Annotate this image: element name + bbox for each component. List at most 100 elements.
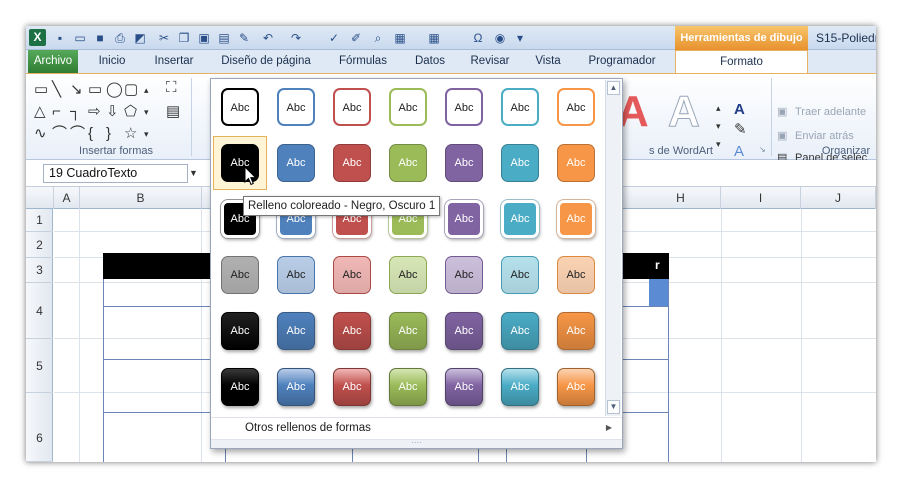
row-header-4[interactable]: 4 bbox=[26, 283, 53, 339]
row-header-6[interactable]: 6 bbox=[26, 393, 53, 462]
edit-shape-icon[interactable]: ⛶ bbox=[166, 80, 177, 96]
more-fills-menu-item[interactable]: Otros rellenos de formas ▶ bbox=[211, 417, 622, 439]
copy-icon[interactable]: ❐ bbox=[176, 30, 192, 46]
shape-style-swatch[interactable]: Abc bbox=[501, 88, 539, 126]
draw-icon[interactable]: ✐ bbox=[348, 30, 364, 46]
freeform-shape-icon[interactable]: ∿ bbox=[34, 126, 47, 142]
shape-style-swatch[interactable]: Abc bbox=[333, 88, 371, 126]
shape-style-swatch[interactable]: Abc bbox=[445, 144, 483, 182]
text-box-icon[interactable]: ▤ bbox=[166, 104, 180, 120]
wordart-dialog-launcher-icon[interactable]: ↘ bbox=[759, 142, 766, 158]
tab-developer[interactable]: Programador bbox=[582, 50, 662, 73]
shape-style-swatch[interactable]: Abc bbox=[501, 144, 539, 182]
shape-style-swatch[interactable]: Abc bbox=[333, 312, 371, 350]
shape-style-swatch[interactable]: Abc bbox=[501, 368, 539, 406]
shape-style-swatch[interactable]: Abc bbox=[445, 312, 483, 350]
excel-logo-icon[interactable]: X bbox=[29, 29, 46, 46]
tab-home[interactable]: Inicio bbox=[92, 50, 132, 73]
shape-style-swatch[interactable]: Abc bbox=[221, 312, 259, 350]
customize-toolbar-icon[interactable]: ▾ bbox=[512, 30, 528, 46]
save-disk-icon[interactable]: ■ bbox=[92, 30, 108, 46]
line-shape-icon[interactable]: ╲ bbox=[52, 82, 61, 98]
shape-style-swatch[interactable]: Abc bbox=[277, 256, 315, 294]
wordart-scroll-down-icon[interactable]: ▾ bbox=[716, 118, 721, 134]
column-header-i[interactable]: I bbox=[721, 187, 801, 209]
shapes-more-icon[interactable]: ▾ bbox=[144, 126, 149, 142]
oval-shape-icon[interactable]: ◯ bbox=[106, 82, 123, 98]
shape-style-swatch[interactable]: Abc bbox=[501, 200, 539, 238]
shape-style-swatch[interactable]: Abc bbox=[333, 144, 371, 182]
shape-style-swatch[interactable]: Abc bbox=[277, 312, 315, 350]
tab-insert[interactable]: Insertar bbox=[146, 50, 202, 73]
shape-style-swatch[interactable]: Abc bbox=[557, 200, 595, 238]
gallery-scroll-up-button[interactable]: ▲ bbox=[607, 81, 620, 95]
cut-icon[interactable]: ✂ bbox=[156, 30, 172, 46]
send-backward-button[interactable]: Enviar atrás bbox=[795, 130, 854, 142]
format-painter-icon[interactable]: ✎ bbox=[236, 30, 252, 46]
shape-style-swatch[interactable]: Abc bbox=[221, 256, 259, 294]
elbow-connector-shape-icon[interactable]: ⌐ bbox=[52, 104, 61, 120]
shape-style-swatch[interactable]: Abc bbox=[445, 200, 483, 238]
gallery-scroll-down-button[interactable]: ▼ bbox=[607, 400, 620, 414]
tab-view[interactable]: Vista bbox=[528, 50, 568, 73]
paste-special-icon[interactable]: ▤ bbox=[216, 30, 232, 46]
symbol-icon[interactable]: Ω bbox=[470, 30, 486, 46]
shape-style-swatch[interactable]: Abc bbox=[557, 144, 595, 182]
shape-style-swatch[interactable]: Abc bbox=[501, 256, 539, 294]
column-header-j[interactable]: J bbox=[801, 187, 876, 209]
shape-style-swatch[interactable]: Abc bbox=[221, 88, 259, 126]
select-all-corner[interactable] bbox=[26, 187, 54, 209]
arc-shape-icon[interactable]: ⌒ bbox=[52, 126, 67, 142]
paste-icon[interactable]: ▣ bbox=[196, 30, 212, 46]
shape-style-swatch[interactable]: Abc bbox=[445, 256, 483, 294]
tab-page-layout[interactable]: Diseño de página bbox=[214, 50, 318, 73]
wordart-style-white[interactable]: A bbox=[668, 87, 701, 136]
shape-style-swatch[interactable]: Abc bbox=[277, 368, 315, 406]
bring-forward-icon[interactable]: ▣ bbox=[777, 104, 787, 120]
form-icon[interactable]: ▦ bbox=[392, 30, 408, 46]
shape-style-swatch[interactable]: Abc bbox=[333, 256, 371, 294]
shape-style-swatch[interactable]: Abc bbox=[557, 312, 595, 350]
shape-style-swatch[interactable]: Abc bbox=[389, 256, 427, 294]
tab-format[interactable]: Formato bbox=[675, 50, 808, 73]
shape-style-swatch[interactable]: Abc bbox=[557, 256, 595, 294]
shape-style-swatch[interactable]: Abc bbox=[389, 144, 427, 182]
send-backward-icon[interactable]: ▣ bbox=[777, 128, 787, 144]
shape-style-swatch[interactable]: Abc bbox=[389, 368, 427, 406]
right-arrow-shape-icon[interactable]: ⇨ bbox=[88, 104, 101, 120]
redo-icon[interactable]: ↷ bbox=[288, 30, 304, 46]
right-brace-shape-icon[interactable]: } bbox=[106, 126, 111, 142]
triangle-shape-icon[interactable]: △ bbox=[34, 104, 46, 120]
row-header-3[interactable]: 3 bbox=[26, 258, 53, 283]
row-header-2[interactable]: 2 bbox=[26, 232, 53, 258]
shape-style-swatch[interactable]: Abc bbox=[333, 368, 371, 406]
undo-icon[interactable]: ↶ bbox=[260, 30, 276, 46]
tab-formulas[interactable]: Fórmulas bbox=[332, 50, 394, 73]
shapes-scroll-down-icon[interactable]: ▾ bbox=[144, 104, 149, 120]
shape-style-swatch[interactable]: Abc bbox=[221, 368, 259, 406]
text-fill-icon[interactable]: A bbox=[734, 102, 745, 118]
curve-shape-icon[interactable]: ⌒ bbox=[70, 126, 85, 142]
left-brace-shape-icon[interactable]: { bbox=[88, 126, 93, 142]
column-header-h[interactable]: H bbox=[641, 187, 721, 209]
shape-style-swatch[interactable]: Abc bbox=[445, 368, 483, 406]
column-header-b[interactable]: B bbox=[80, 187, 202, 209]
zoom-icon[interactable]: ⌕ bbox=[370, 30, 386, 46]
elbow-arrow-shape-icon[interactable]: ┐ bbox=[70, 104, 81, 120]
camera-icon[interactable]: ◉ bbox=[492, 30, 508, 46]
shape-style-swatch[interactable]: Abc bbox=[501, 312, 539, 350]
tab-file[interactable]: Archivo bbox=[28, 50, 78, 73]
tab-review[interactable]: Revisar bbox=[464, 50, 516, 73]
name-box[interactable]: 19 CuadroTexto ▼ bbox=[43, 164, 198, 183]
down-arrow-shape-icon[interactable]: ⇩ bbox=[106, 104, 119, 120]
column-header-a[interactable]: A bbox=[54, 187, 80, 209]
tab-data[interactable]: Datos bbox=[408, 50, 452, 73]
row-header-5[interactable]: 5 bbox=[26, 339, 53, 393]
rounded-rectangle-shape-icon[interactable]: ▢ bbox=[124, 82, 138, 98]
arrow-line-shape-icon[interactable]: ↘ bbox=[70, 82, 83, 98]
shape-style-swatch[interactable]: Abc bbox=[277, 88, 315, 126]
shape-style-swatch[interactable]: Abc bbox=[557, 88, 595, 126]
table-icon[interactable]: ▦ bbox=[426, 30, 442, 46]
shape-style-swatch[interactable]: Abc bbox=[389, 312, 427, 350]
open-folder-icon[interactable]: ▭ bbox=[72, 30, 88, 46]
